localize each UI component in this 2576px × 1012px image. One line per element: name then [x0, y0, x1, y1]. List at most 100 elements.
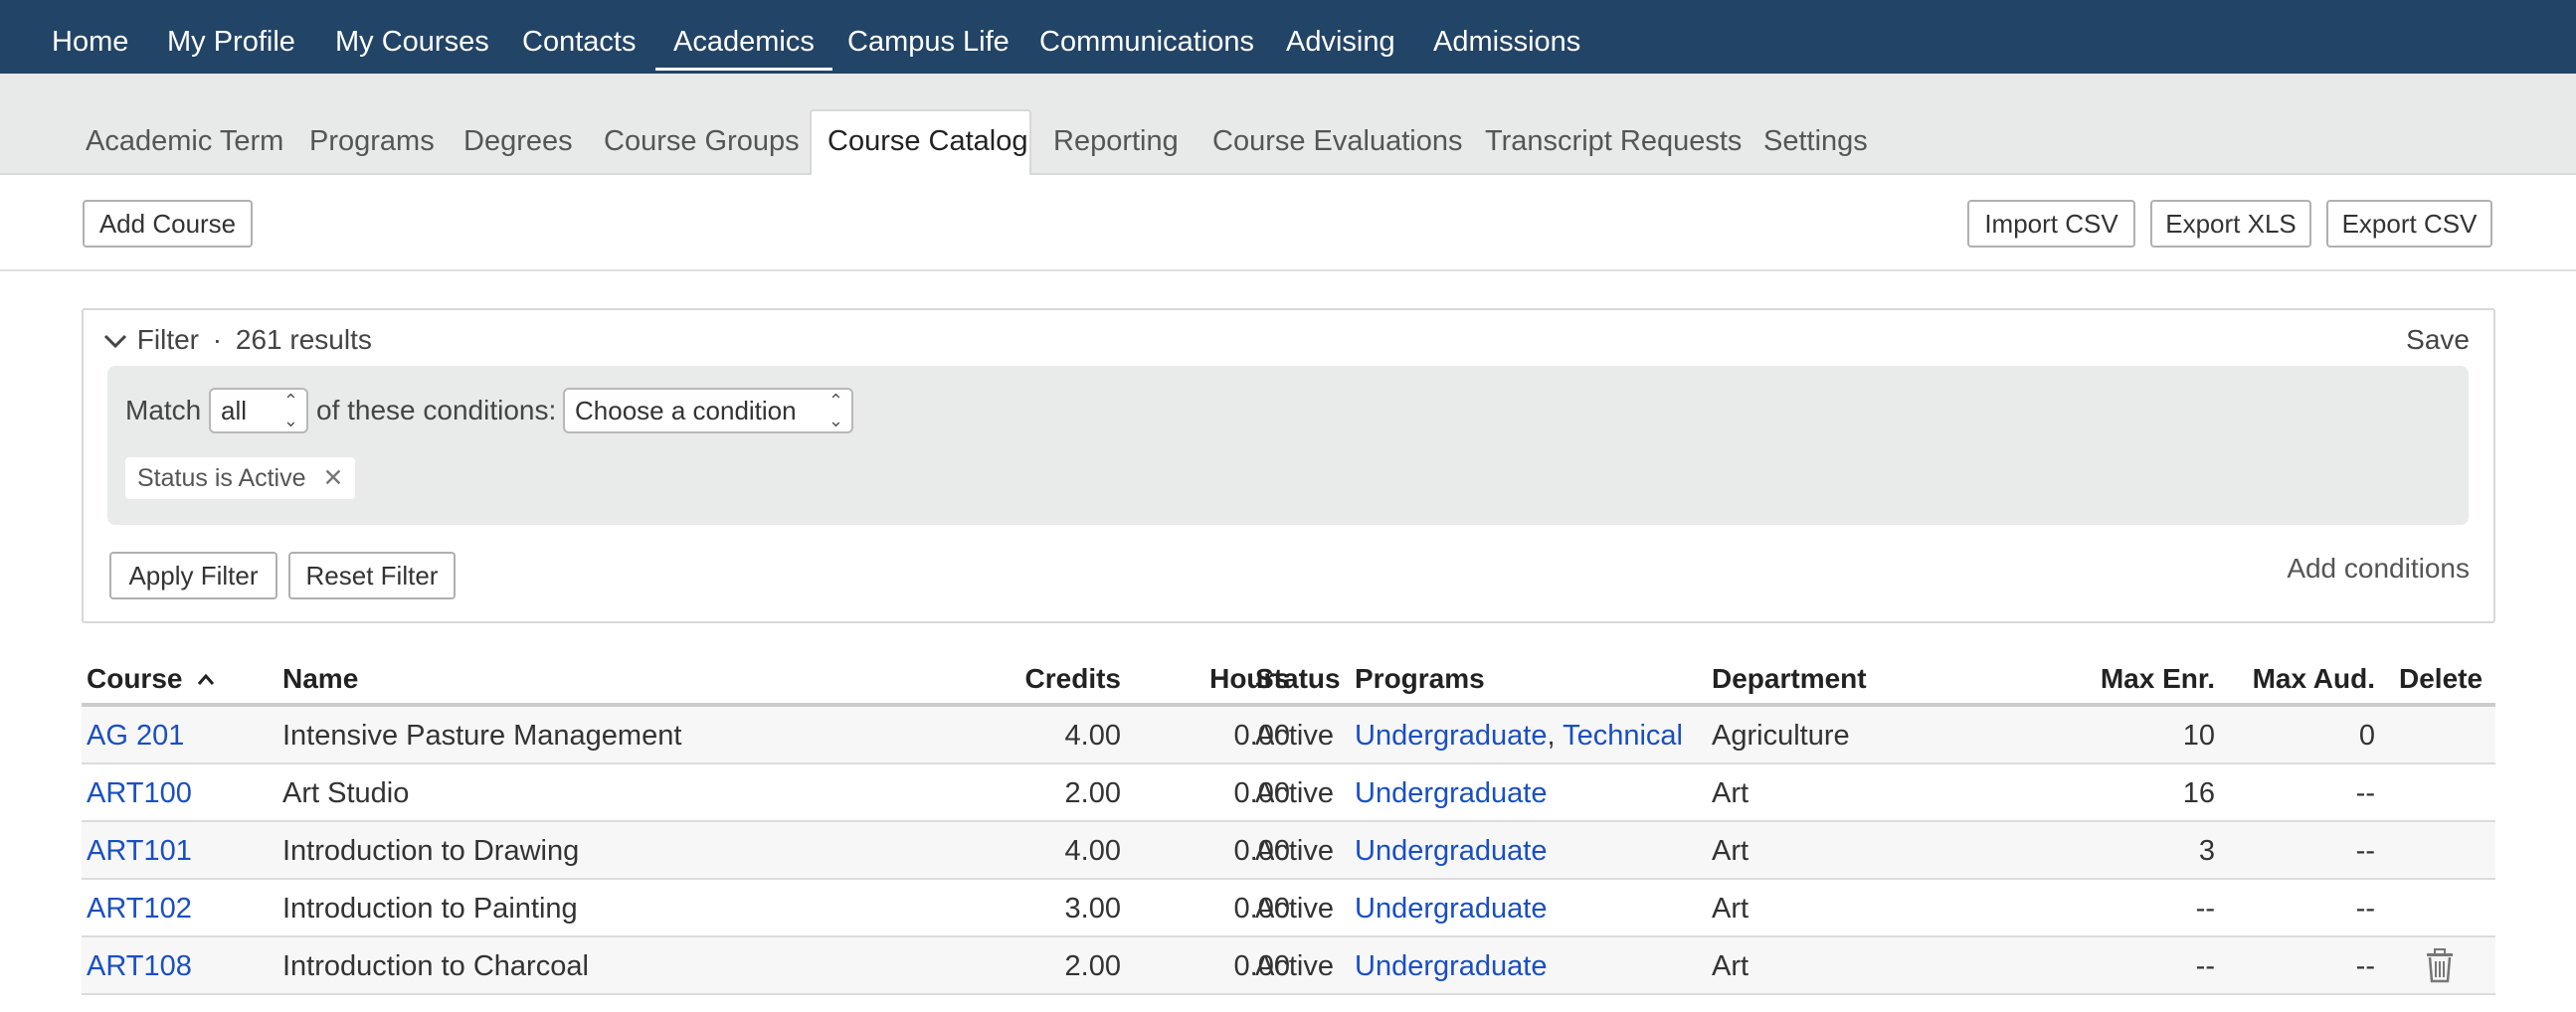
- tab-degrees[interactable]: Degrees: [463, 123, 573, 159]
- column-name[interactable]: Name: [282, 661, 358, 697]
- program-link[interactable]: Undergraduate: [1355, 720, 1547, 752]
- course-max-aud: --: [2355, 777, 2375, 809]
- column-programs[interactable]: Programs: [1355, 661, 1485, 697]
- nav-academics[interactable]: Academics: [655, 24, 832, 74]
- match-label: Match: [125, 395, 202, 425]
- toolbar: Add Course Import CSV Export XLS Export …: [0, 175, 2576, 271]
- top-navigation: Home My Profile My Courses Contacts Acad…: [0, 0, 2576, 74]
- reset-filter-button[interactable]: Reset Filter: [288, 552, 456, 599]
- tab-settings[interactable]: Settings: [1763, 123, 1868, 159]
- table-header: Course Name Credits Hours Status Program…: [82, 651, 2495, 707]
- course-department: Agriculture: [1712, 720, 1850, 752]
- course-department: Art: [1712, 950, 1749, 982]
- filter-results-count: 261 results: [235, 324, 372, 355]
- course-code-link[interactable]: ART100: [87, 775, 192, 811]
- sub-navigation: Academic Term Programs Degrees Course Gr…: [0, 74, 2576, 177]
- tab-academic-term[interactable]: Academic Term: [86, 123, 283, 159]
- course-code-link[interactable]: AG 201: [87, 718, 184, 754]
- condition-select[interactable]: Choose a condition ⌃ ⌄: [563, 388, 853, 433]
- tab-reporting[interactable]: Reporting: [1053, 123, 1179, 159]
- course-max-aud: 0: [2358, 720, 2375, 752]
- course-department: Art: [1712, 777, 1749, 809]
- course-status: Active: [1255, 950, 1334, 982]
- filter-separator: ·: [212, 324, 223, 355]
- chevron-down-icon[interactable]: [103, 322, 129, 358]
- nav-admissions[interactable]: Admissions: [1433, 24, 1580, 74]
- table-row: ART102 Introduction to Painting 3.00 0.0…: [82, 880, 2495, 937]
- condition-chip-label: Status is Active: [137, 464, 306, 492]
- nav-advising[interactable]: Advising: [1286, 24, 1395, 74]
- table-row: ART101 Introduction to Drawing 4.00 0.00…: [82, 822, 2495, 880]
- column-max-enr[interactable]: Max Enr.: [2071, 661, 2215, 697]
- course-department: Art: [1712, 893, 1749, 925]
- tab-course-groups[interactable]: Course Groups: [604, 123, 800, 159]
- course-max-enr: --: [2195, 893, 2215, 925]
- condition-chip: Status is Active ✕: [125, 457, 356, 499]
- course-max-enr: 16: [2182, 777, 2215, 809]
- course-name: Introduction to Charcoal: [282, 950, 589, 982]
- close-icon[interactable]: ✕: [322, 464, 343, 492]
- course-max-enr: 3: [2198, 835, 2215, 867]
- column-status[interactable]: Status: [1255, 661, 1341, 697]
- tab-course-evaluations[interactable]: Course Evaluations: [1212, 123, 1462, 159]
- course-status: Active: [1255, 720, 1334, 752]
- program-link[interactable]: Undergraduate: [1355, 948, 1547, 984]
- nav-home[interactable]: Home: [52, 24, 128, 74]
- match-select[interactable]: all ⌃ ⌄: [209, 388, 308, 433]
- apply-filter-button[interactable]: Apply Filter: [109, 552, 277, 599]
- course-status: Active: [1255, 893, 1334, 925]
- table-row: ART108 Introduction to Charcoal 2.00 0.0…: [82, 937, 2495, 995]
- trash-icon[interactable]: [2425, 947, 2455, 983]
- course-credits: 4.00: [1064, 835, 1121, 867]
- select-arrows-icon: ⌃ ⌄: [282, 391, 298, 430]
- column-delete: Delete: [2399, 663, 2484, 694]
- condition-select-value: Choose a condition: [575, 396, 797, 425]
- filter-panel: Filter · 261 results Save Match all ⌃ ⌄ o…: [82, 308, 2495, 623]
- save-filter-link[interactable]: Save: [2406, 322, 2470, 358]
- tab-programs[interactable]: Programs: [309, 123, 435, 159]
- course-credits: 2.00: [1064, 950, 1121, 982]
- nav-contacts[interactable]: Contacts: [522, 24, 636, 74]
- nav-communications[interactable]: Communications: [1039, 24, 1254, 74]
- course-department: Art: [1712, 835, 1749, 867]
- add-conditions-link[interactable]: Add conditions: [2287, 551, 2470, 587]
- conditions-label: of these conditions:: [316, 395, 557, 425]
- column-course[interactable]: Course: [87, 661, 216, 697]
- tab-course-catalog-label: Course Catalog: [828, 125, 1028, 157]
- column-department[interactable]: Department: [1712, 661, 1867, 697]
- tab-transcript-requests[interactable]: Transcript Requests: [1485, 123, 1742, 159]
- course-name: Art Studio: [282, 777, 410, 809]
- filter-header[interactable]: Filter · 261 results: [103, 322, 372, 358]
- course-name: Intensive Pasture Management: [282, 720, 682, 752]
- course-code-link[interactable]: ART108: [87, 948, 192, 984]
- nav-my-profile[interactable]: My Profile: [167, 24, 295, 74]
- nav-campus-life[interactable]: Campus Life: [847, 24, 1010, 74]
- nav-my-courses[interactable]: My Courses: [335, 24, 489, 74]
- course-credits: 2.00: [1064, 777, 1121, 809]
- course-code-link[interactable]: ART101: [87, 833, 192, 869]
- course-credits: 4.00: [1064, 720, 1121, 752]
- program-link[interactable]: Undergraduate: [1355, 891, 1547, 927]
- export-xls-button[interactable]: Export XLS: [2150, 200, 2311, 248]
- program-link[interactable]: Undergraduate: [1355, 833, 1547, 869]
- import-csv-button[interactable]: Import CSV: [1967, 200, 2135, 248]
- table-row: ART100 Art Studio 2.00 0.00 Active Under…: [82, 764, 2495, 822]
- export-csv-button[interactable]: Export CSV: [2326, 200, 2492, 248]
- course-code-link[interactable]: ART102: [87, 891, 192, 927]
- conditions-box: Match all ⌃ ⌄ of these conditions: Choose…: [107, 366, 2469, 525]
- add-course-button[interactable]: Add Course: [83, 200, 253, 248]
- match-select-value: all: [221, 396, 248, 425]
- column-credits[interactable]: Credits: [977, 661, 1121, 697]
- sort-ascending-icon: [198, 673, 215, 685]
- program-link[interactable]: Undergraduate: [1355, 775, 1547, 811]
- course-name: Introduction to Drawing: [282, 835, 580, 867]
- table-row: AG 201 Intensive Pasture Management 4.00…: [82, 707, 2495, 764]
- course-max-aud: --: [2355, 950, 2375, 982]
- course-max-enr: --: [2195, 950, 2215, 982]
- course-max-aud: --: [2355, 893, 2375, 925]
- course-status: Active: [1255, 777, 1334, 809]
- program-link[interactable]: Technical: [1563, 720, 1683, 752]
- course-programs: Undergraduate, Technical: [1355, 718, 1683, 754]
- tab-course-catalog[interactable]: Course Catalog: [810, 109, 1031, 177]
- column-max-aud[interactable]: Max Aud.: [2230, 661, 2375, 697]
